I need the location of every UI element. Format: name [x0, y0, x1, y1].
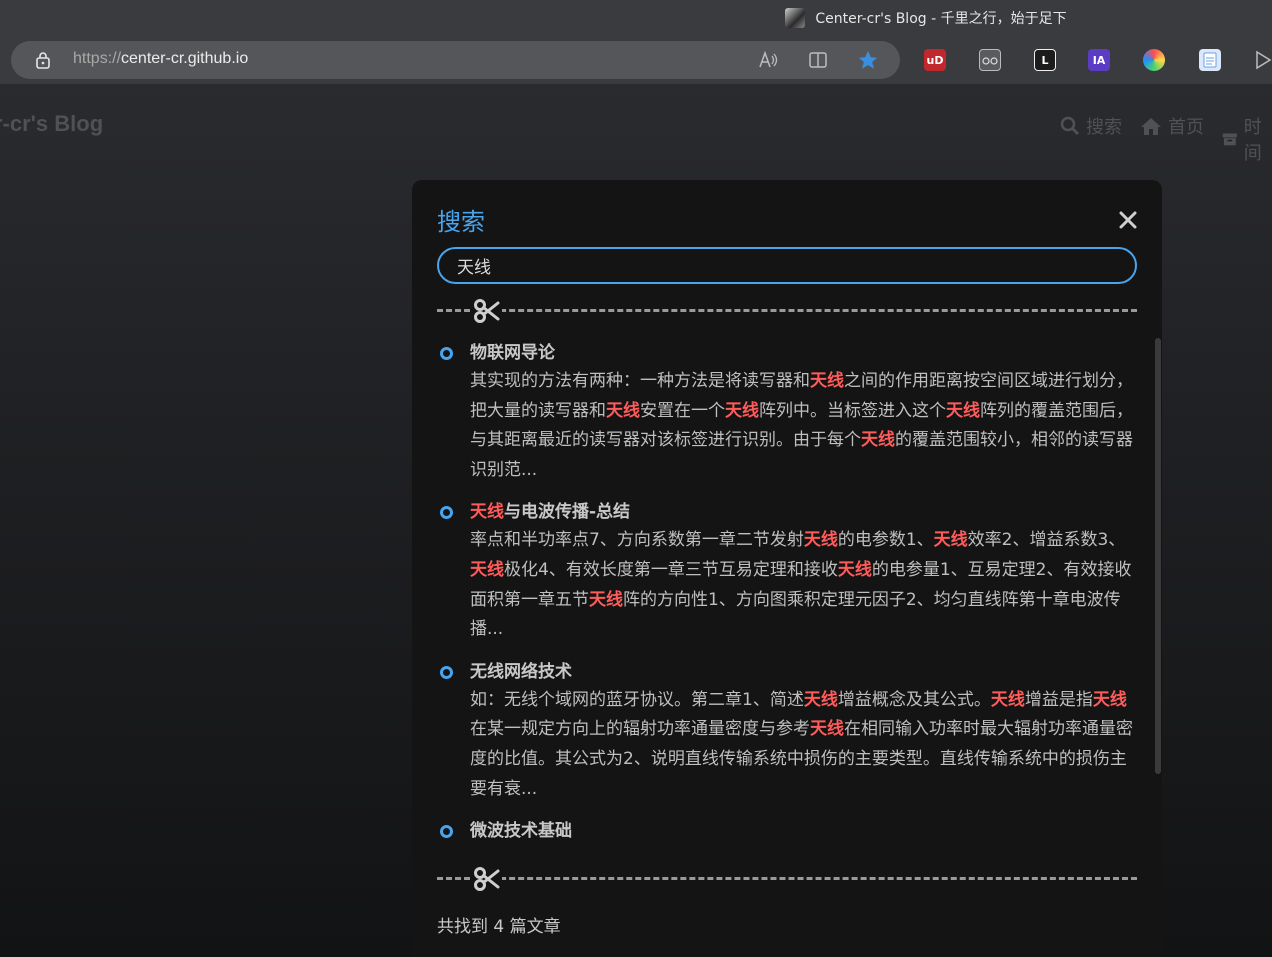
url-text[interactable]: https://center-cr.github.io [73, 50, 248, 68]
top-divider [437, 309, 1137, 312]
result-snippet: 如：无线个域网的蓝牙协议。第二章1、简述天线增益概念及其公式。天线增益是指天线在… [470, 686, 1137, 804]
highlighted-keyword: 天线 [861, 430, 895, 451]
modal-title: 搜索 [437, 208, 485, 236]
home-icon [1141, 118, 1161, 135]
highlighted-keyword: 天线 [470, 502, 504, 523]
play-extension-icon[interactable] [1252, 49, 1272, 71]
highlighted-keyword: 天线 [933, 530, 968, 551]
result-snippet-text: 的电参数1、 [837, 530, 934, 551]
result-snippet-text: 极化4、有效长度第一章三节互易定理和接收 [504, 559, 838, 580]
result-title-text: 无线网络技术 [470, 661, 572, 682]
result-bullet-icon [440, 825, 453, 839]
result-title[interactable]: 无线网络技术 [470, 659, 1137, 685]
result-snippet-text: 如：无线个域网的蓝牙协议。第二章1、简述 [470, 689, 804, 710]
nav-home-label: 首页 [1168, 117, 1204, 138]
search-result-item[interactable]: 无线网络技术 如：无线个域网的蓝牙协议。第二章1、简述天线增益概念及其公式。天线增… [437, 659, 1137, 804]
result-title-text: 与电波传播-总结 [504, 502, 631, 523]
result-snippet-text: 效率2、增益系数3、 [967, 530, 1126, 551]
result-title-text: 物联网导论 [470, 343, 555, 363]
scissors-icon [470, 296, 502, 326]
result-bullet-icon [440, 665, 453, 679]
archive-icon [1222, 133, 1237, 146]
lastpass-extension-icon[interactable]: L [1034, 49, 1056, 71]
ublock-extension-icon[interactable]: uD [924, 49, 946, 71]
result-snippet: 率点和半功率点7、方向系数第一章二节发射天线的电参数1、天线效率2、增益系数3、… [470, 526, 1137, 644]
result-title-text: 微波技术基础 [470, 821, 572, 842]
search-results-list: 物联网导论其实现的方法有两种：一种方法是将读写器和天线之间的作用距离按空间区域进… [437, 340, 1137, 850]
search-result-item[interactable]: 天线与电波传播-总结 率点和半功率点7、方向系数第一章二节发射天线的电参数1、天线… [437, 499, 1137, 644]
scissors-icon [470, 864, 502, 894]
result-snippet-text: 安置在一个 [640, 400, 725, 421]
close-icon[interactable] [1116, 208, 1140, 232]
search-result-item[interactable]: 物联网导论其实现的方法有两种：一种方法是将读写器和天线之间的作用距离按空间区域进… [437, 340, 1137, 485]
result-snippet-text: 增益是指 [1024, 689, 1093, 710]
bottom-divider [437, 877, 1137, 880]
result-title[interactable]: 微波技术基础 [470, 818, 1137, 844]
nav-search-label: 搜索 [1086, 117, 1122, 138]
window-title: Center-cr's Blog - 千里之行，始于足下 [815, 11, 1067, 27]
url-scheme: https:// [73, 50, 122, 67]
address-bar[interactable]: https://center-cr.github.io [11, 41, 900, 79]
split-screen-icon[interactable] [807, 49, 829, 71]
highlighted-keyword: 天线 [606, 400, 640, 421]
search-result-item[interactable]: 微波技术基础 [437, 818, 1137, 844]
highlighted-keyword: 天线 [803, 689, 838, 710]
search-modal: 搜索 物联网导论其实现的方法有两种：一种方法是将读写器和天线之间的作用距离按空间… [412, 180, 1162, 957]
browser-toolbar: https://center-cr.github.io uD L IA [0, 36, 1272, 85]
site-favicon [785, 8, 806, 28]
result-snippet-text: 增益概念及其公式。 [837, 689, 991, 710]
site-brand[interactable]: r-cr's Blog [0, 111, 103, 137]
highlighted-keyword: 天线 [470, 559, 504, 580]
result-snippet-text: 其实现的方法有两种：一种方法是将读写器和 [470, 371, 810, 391]
result-snippet-text: 在某一规定方向上的辐射功率通量密度与参考 [470, 719, 810, 740]
nav-archive-label: 时间 [1243, 117, 1262, 164]
result-title[interactable]: 物联网导论 [470, 340, 1137, 366]
document-extension-icon[interactable] [1199, 49, 1221, 71]
highlighted-keyword: 天线 [1092, 689, 1127, 710]
highlighted-keyword: 天线 [946, 400, 980, 421]
search-icon [1060, 116, 1079, 135]
result-bullet-icon [440, 506, 453, 520]
glasses-extension-icon[interactable] [979, 49, 1001, 71]
color-wheel-extension-icon[interactable] [1143, 49, 1165, 71]
result-title[interactable]: 天线与电波传播-总结 [470, 499, 1137, 525]
ia-extension-icon[interactable]: IA [1088, 49, 1110, 71]
highlighted-keyword: 天线 [990, 689, 1025, 710]
highlighted-keyword: 天线 [810, 719, 844, 740]
highlighted-keyword: 天线 [589, 589, 623, 610]
result-snippet-text: 阵列中。当标签进入这个 [759, 400, 946, 421]
lock-icon[interactable] [35, 51, 51, 69]
highlighted-keyword: 天线 [837, 559, 872, 580]
highlighted-keyword: 天线 [803, 530, 838, 551]
nav-archive[interactable]: 时间 [1222, 113, 1272, 165]
read-aloud-icon[interactable] [757, 49, 779, 71]
result-count: 共找到 4 篇文章 [437, 917, 561, 937]
url-host: center-cr.github.io [121, 50, 249, 67]
results-scrollbar[interactable] [1155, 338, 1161, 774]
highlighted-keyword: 天线 [810, 371, 844, 391]
nav-home[interactable]: 首页 [1140, 113, 1204, 139]
highlighted-keyword: 天线 [725, 400, 759, 421]
search-input[interactable] [437, 247, 1137, 284]
nav-search[interactable]: 搜索 [1060, 113, 1122, 139]
window-titlebar: Center-cr's Blog - 千里之行，始于足下 [0, 0, 1272, 36]
favorite-star-icon[interactable] [857, 49, 879, 71]
result-snippet: 其实现的方法有两种：一种方法是将读写器和天线之间的作用距离按空间区域进行划分，把… [470, 367, 1137, 485]
result-snippet-text: 率点和半功率点7、方向系数第一章二节发射 [470, 530, 804, 551]
result-bullet-icon [440, 347, 453, 360]
